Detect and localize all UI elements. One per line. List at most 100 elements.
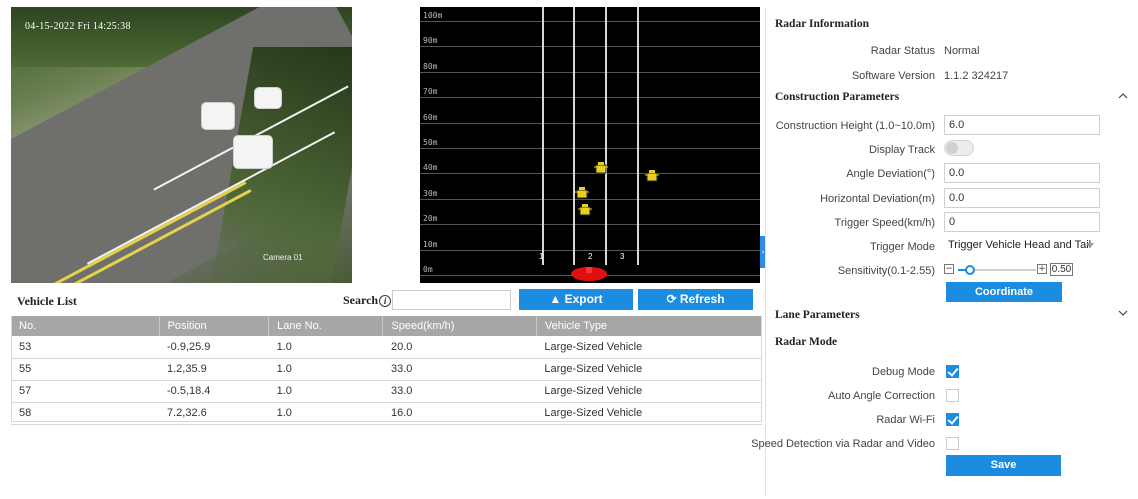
radar-information-title: Radar Information [775,18,870,30]
radar-status-value: Normal [944,45,980,57]
cell-speed: 33.0 [382,380,537,403]
refresh-button[interactable]: ⟳ Refresh [638,289,753,310]
camera-watermark: Camera 01 [263,253,303,262]
lane-number: 2 [588,252,593,261]
radar-target-icon[interactable] [645,170,659,183]
cell-no: 58 [11,402,159,425]
cell-speed: 16.0 [382,402,537,425]
settings-panel: Radar Information Radar Status Normal So… [751,7,1138,497]
radar-distance-label: 30m [423,188,438,198]
trigger-mode-select[interactable]: Trigger Vehicle Head and Tail [944,236,1100,256]
horizontal-deviation-label: Horizontal Deviation(m) [820,193,935,205]
cell-position: -0.9,25.9 [159,336,269,359]
cell-type: Large-Sized Vehicle [536,380,762,403]
camera-video-view[interactable]: 04-15-2022 Fri 14:25:38 Camera 01 [11,7,352,283]
radar-distance-label: 90m [423,36,438,46]
radar-mode-title: Radar Mode [775,336,838,348]
sensitivity-slider[interactable] [958,265,1036,275]
column-header[interactable]: Position [158,316,269,336]
radar-distance-label: 70m [423,87,438,97]
refresh-icon: ⟳ [666,292,680,306]
radar-distance-label: 0m [423,265,433,274]
radar-target-icon[interactable] [578,204,592,217]
export-button[interactable]: ▲ Export [519,289,633,310]
angle-deviation-label: Angle Deviation(°) [846,168,935,180]
vehicle-list-title: Vehicle List [17,294,77,308]
software-version-label: Software Version [851,70,935,82]
radar-distance-label: 20m [423,214,438,224]
radar-track-view[interactable]: 1 2 3 100m 90m 80m 70m 60m 50m 40m 30m 20m 10m 0m [420,7,760,283]
cell-speed: 33.0 [382,358,537,381]
cell-type: Large-Sized Vehicle [536,358,762,381]
camera-osd-timestamp: 04-15-2022 Fri 14:25:38 [25,21,131,32]
radar-wifi-checkbox[interactable] [946,413,959,426]
export-icon: ▲ [549,292,565,306]
horizontal-deviation-input[interactable]: 0.0 [944,188,1100,208]
chevron-down-icon[interactable] [1118,308,1128,318]
vehicle-image [233,135,273,169]
debug-mode-label: Debug Mode [872,366,935,378]
cell-speed: 20.0 [382,336,537,359]
sensitivity-minus-button[interactable]: − [944,264,954,274]
search-input[interactable] [392,290,511,310]
radar-distance-gridline [420,224,760,226]
toggle-knob [946,142,958,154]
auto-angle-correction-checkbox[interactable] [946,389,959,402]
debug-mode-checkbox[interactable] [946,365,959,378]
speed-detection-checkbox[interactable] [946,437,959,450]
slider-thumb[interactable] [965,265,976,275]
table-row[interactable]: 53 -0.9,25.9 1.0 20.0 Large-Sized Vehicl… [11,336,762,359]
sensitivity-label: Sensitivity(0.1-2.55) [837,265,935,277]
radar-distance-label: 10m [423,239,438,249]
trigger-mode-label: Trigger Mode [869,241,935,253]
radar-distance-gridline [420,46,760,48]
radar-origin-icon [571,267,607,281]
lane-line [637,7,639,265]
chevron-up-icon[interactable] [1118,91,1128,101]
search-label: Search i [343,293,392,308]
column-header[interactable]: Vehicle Type [535,316,762,336]
radar-distance-label: 40m [423,163,438,173]
column-header[interactable]: Lane No. [268,316,383,336]
cell-no: 53 [11,336,159,359]
table-row[interactable]: 55 1.2,35.9 1.0 33.0 Large-Sized Vehicle [11,358,762,381]
vehicle-image [254,87,282,109]
cell-position: -0.5,18.4 [159,380,269,403]
auto-angle-correction-label: Auto Angle Correction [827,390,935,402]
display-track-toggle[interactable] [944,140,974,156]
lane-line [542,7,544,265]
angle-deviation-input[interactable]: 0.0 [944,163,1100,183]
display-track-label: Display Track [868,144,935,156]
radar-distance-gridline [420,97,760,99]
coordinate-calibration-button[interactable]: Coordinate Calibration [946,282,1062,318]
construction-parameters-title: Construction Parameters [775,91,900,103]
table-header-row: No. Position Lane No. Speed(km/h) Vehicl… [11,316,762,336]
construction-height-input[interactable]: 6.0 [944,115,1100,135]
save-button[interactable]: Save [946,455,1061,476]
software-version-value: 1.1.2 324217 [944,70,1009,82]
cell-lane: 1.0 [268,358,383,381]
radar-distance-label: 50m [423,138,438,147]
radar-distance-gridline [420,249,760,251]
trigger-mode-value: Trigger Vehicle Head and Tail [948,239,1092,251]
info-icon[interactable]: i [379,295,392,307]
vehicle-table: No. Position Lane No. Speed(km/h) Vehicl… [11,316,762,425]
trigger-speed-input[interactable]: 0 [944,212,1100,232]
lane-parameters-title: Lane Parameters [775,309,860,321]
radar-distance-gridline [420,122,760,124]
radar-distance-gridline [420,148,760,149]
cell-no: 57 [11,380,159,403]
sensitivity-plus-button[interactable]: + [1037,264,1047,274]
column-header[interactable]: No. [11,316,159,336]
cell-position: 1.2,35.9 [159,358,269,381]
cell-position: 7.2,32.6 [159,402,269,425]
lane-line [573,7,575,265]
table-row[interactable]: 58 7.2,32.6 1.0 16.0 Large-Sized Vehicle [11,402,762,425]
column-header[interactable]: Speed(km/h) [382,316,537,336]
chevron-down-icon [1086,243,1094,248]
radar-target-icon[interactable] [575,187,589,200]
cell-lane: 1.0 [268,336,383,359]
table-row[interactable]: 57 -0.5,18.4 1.0 33.0 Large-Sized Vehicl… [11,380,762,403]
radar-target-icon[interactable] [594,162,608,175]
lane-number: 3 [620,252,625,261]
